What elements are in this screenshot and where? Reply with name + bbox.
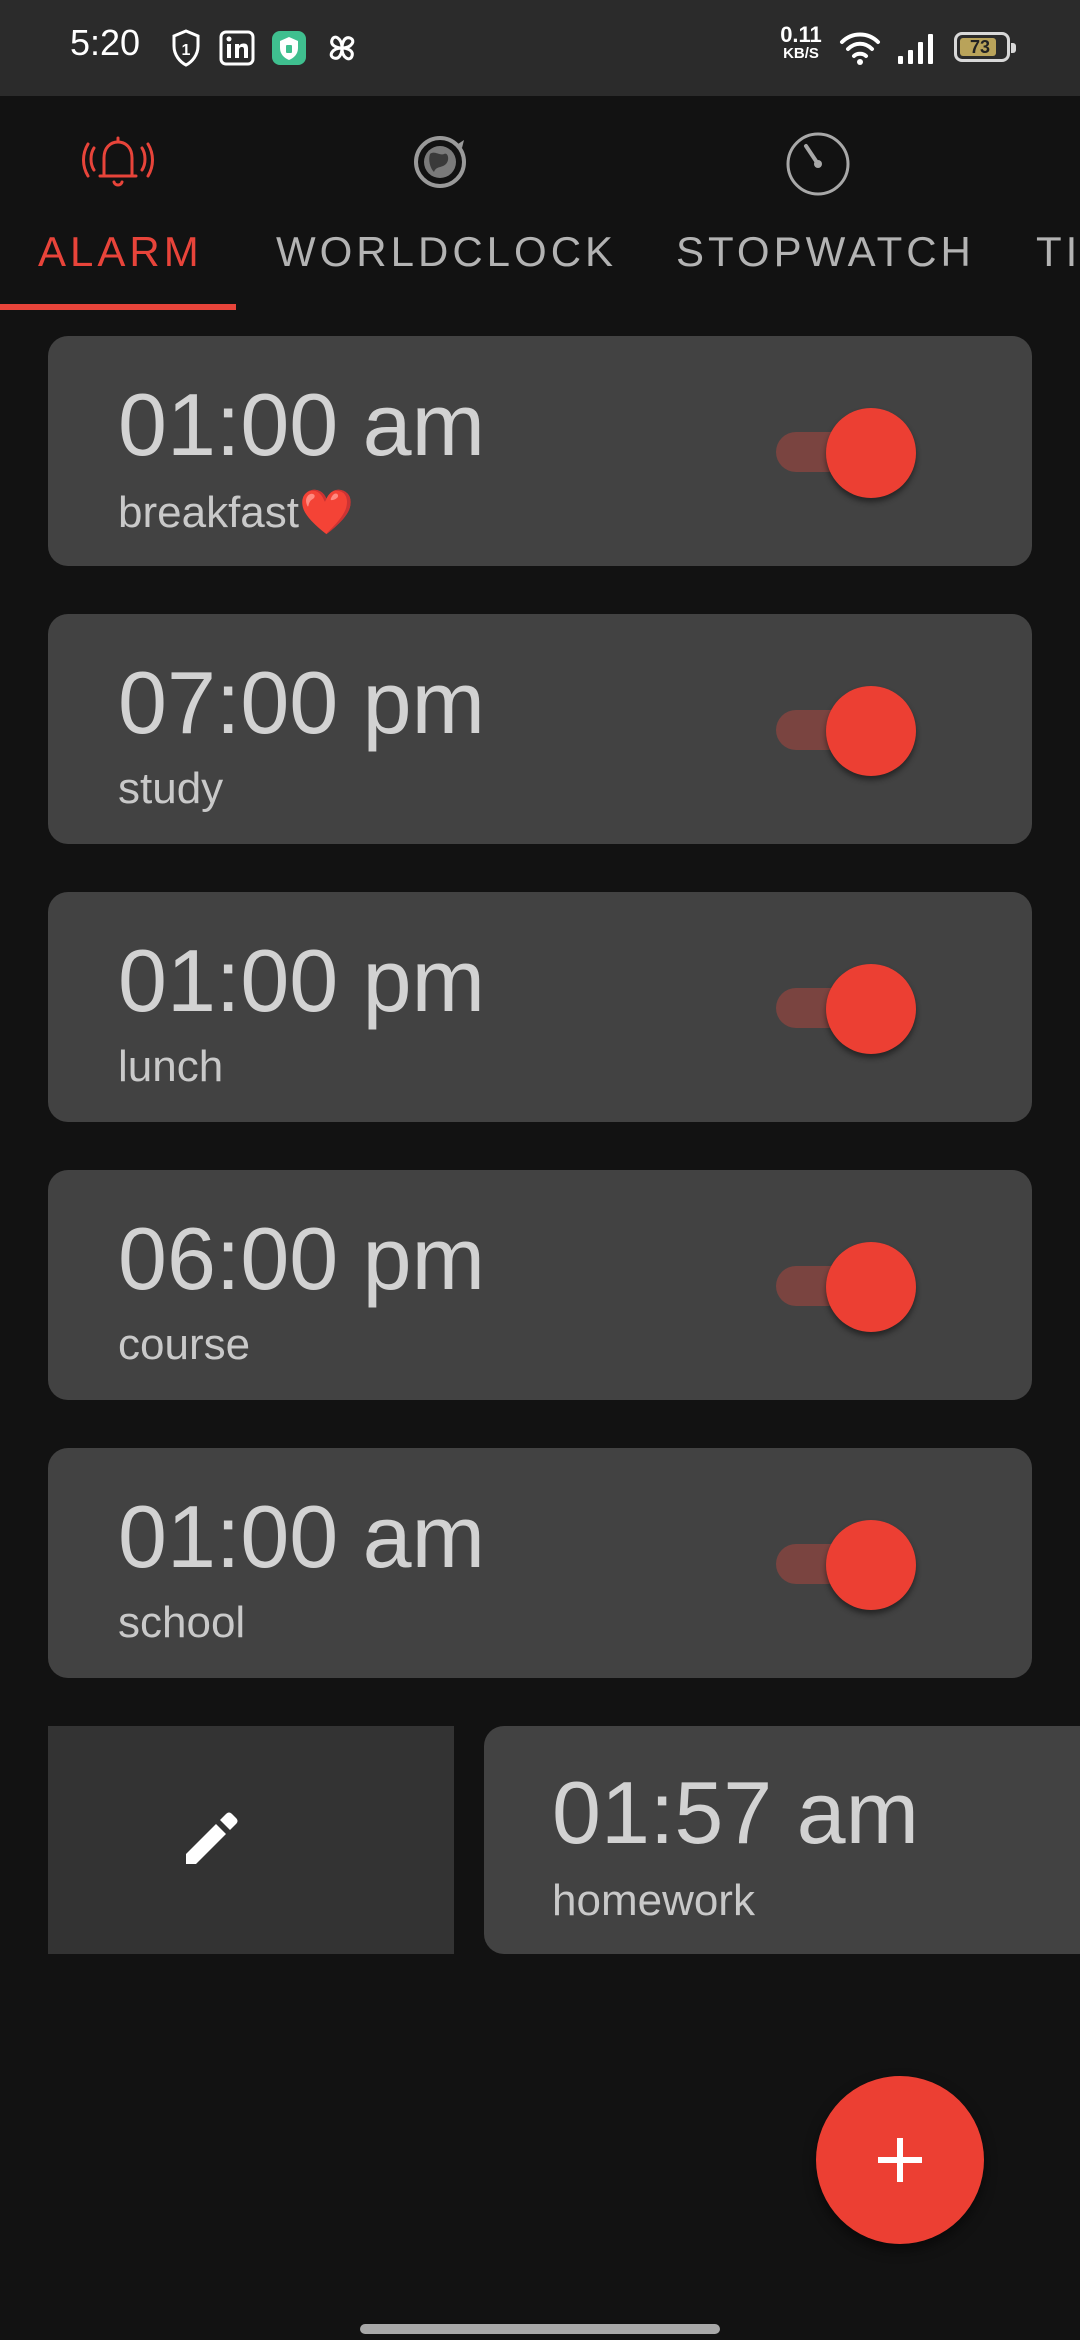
tab-bar: ALARM WORLDCLOCK STOPWATCH TI [0,96,1080,312]
tab-timer-label: TI [1036,228,1080,275]
status-bar: 5:20 1 0.11 KB/S 73 [0,0,1080,96]
alarm-label: homework [552,1876,755,1925]
security-app-icon [272,31,306,65]
tab-worldclock-label: WORLDCLOCK [276,228,618,275]
alarm-time: 06:00 pm [118,1209,485,1308]
tab-alarm-label: ALARM [38,228,203,275]
pinwheel-app-icon [329,35,355,61]
network-speed: 0.11 KB/S [776,22,826,62]
tab-stopwatch-label: STOPWATCH [676,228,975,275]
alarm-label: school [118,1598,246,1647]
alarm-toggle[interactable] [776,1520,916,1610]
alarm-time: 07:00 pm [118,653,485,752]
alarm-label: course [118,1320,251,1369]
alarm-label: lunch [118,1042,224,1091]
network-speed-value: 0.11 [780,22,822,47]
svg-text:1: 1 [182,42,191,59]
pencil-edit-icon [186,1812,238,1864]
network-speed-unit: KB/S [783,45,819,62]
tab-worldclock[interactable]: WORLDCLOCK [236,96,656,312]
alarm-time: 01:00 am [118,1487,485,1586]
globe-icon [414,136,466,188]
stopwatch-icon [786,132,850,196]
cellular-signal-icon [898,34,933,64]
alarm-card[interactable]: 01:00 pm lunch [48,892,1032,1122]
linkedin-icon [219,30,255,66]
wifi-icon [840,32,880,65]
battery-icon: 73 [954,32,1016,62]
alarm-toggle[interactable] [776,408,916,498]
alarm-bell-icon [82,136,154,187]
tab-stopwatch[interactable]: STOPWATCH [656,96,986,312]
alarm-card[interactable]: 01:00 am breakfast❤️ [48,336,1032,566]
alarm-toggle[interactable] [776,1242,916,1332]
alarm-toggle[interactable] [776,686,916,776]
alarm-time: 01:57 am [552,1763,919,1862]
alarm-toggle[interactable] [776,964,916,1054]
plus-icon [878,2138,922,2182]
alarm-label: breakfast❤️ [118,488,354,537]
active-tab-indicator [0,304,236,310]
alarm-time: 01:00 pm [118,931,485,1030]
edit-alarm-action[interactable] [48,1726,454,1954]
tab-timer[interactable]: TI [1030,96,1080,312]
alarm-card-swiped[interactable]: 01:57 am homework [484,1726,1080,1954]
add-alarm-button[interactable] [816,2076,984,2244]
home-indicator[interactable] [360,2324,720,2334]
alarm-label: study [118,764,224,813]
alarm-card[interactable]: 01:00 am school [48,1448,1032,1678]
alarm-time: 01:00 am [118,375,485,474]
battery-level: 73 [969,37,991,57]
shield-notification-icon: 1 [172,29,200,67]
tab-alarm[interactable]: ALARM [0,96,236,312]
alarm-card[interactable]: 07:00 pm study [48,614,1032,844]
status-time: 5:20 [70,22,141,63]
alarm-card[interactable]: 06:00 pm course [48,1170,1032,1400]
